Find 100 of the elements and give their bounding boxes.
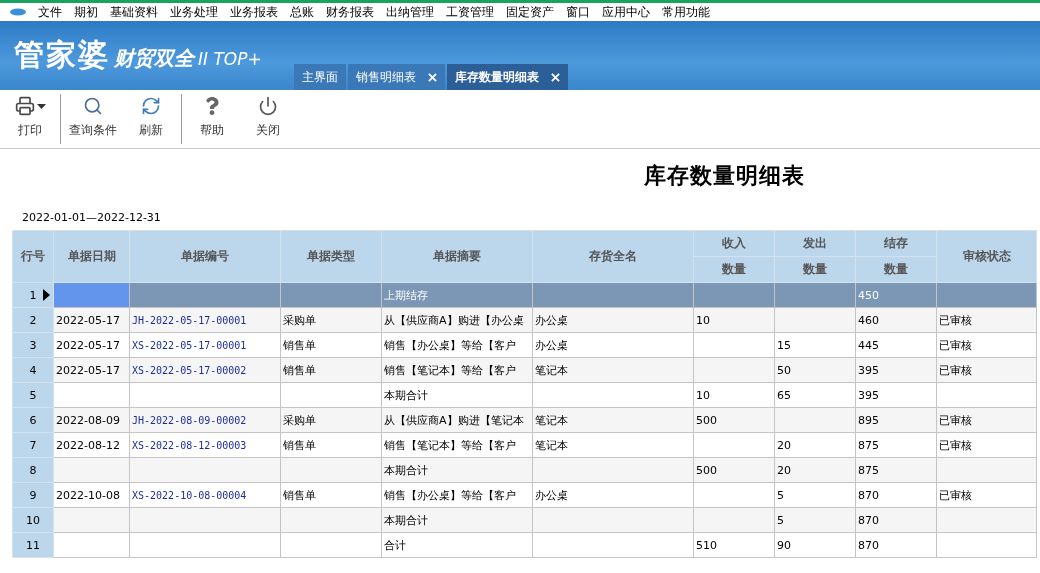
row-number: 3 <box>29 338 37 352</box>
table-cell: 笔记本 <box>532 432 694 458</box>
toolbar-button[interactable]: 刷新 <box>129 94 173 144</box>
table-cell: 采购单 <box>280 307 382 333</box>
toolbar-button[interactable]: 打印 <box>8 94 52 144</box>
menu-item[interactable]: 财务报表 <box>326 4 374 20</box>
document-link[interactable]: XS-2022-08-12-00003 <box>129 432 281 458</box>
row-number: 2 <box>29 313 37 327</box>
table-cell: 395 <box>855 382 937 408</box>
menu-item[interactable]: 出纳管理 <box>386 4 434 20</box>
printer-icon <box>14 96 35 116</box>
column-header: 单据摘要 <box>381 230 533 283</box>
close-icon[interactable] <box>427 72 437 82</box>
close-icon[interactable] <box>550 72 560 82</box>
document-link[interactable]: XS-2022-05-17-00001 <box>129 332 281 358</box>
table-cell: 上期结存 <box>381 282 533 308</box>
menu-item[interactable]: 业务报表 <box>230 4 278 20</box>
table-cell: 395 <box>855 357 937 383</box>
row-indicator-icon <box>43 289 50 301</box>
menu-item[interactable]: 固定资产 <box>506 4 554 20</box>
tab[interactable]: 主界面 <box>293 64 346 90</box>
document-link[interactable]: JH-2022-05-17-00001 <box>129 307 281 333</box>
table-cell: 500 <box>693 407 775 433</box>
logo-edition: II TOP+ <box>198 49 262 69</box>
row-number: 8 <box>29 463 37 477</box>
table-cell: 已审核 <box>936 482 1037 508</box>
table-cell: 870 <box>855 507 937 533</box>
power-icon <box>258 96 278 116</box>
table-cell: 895 <box>855 407 937 433</box>
table-cell: 450 <box>855 282 937 308</box>
table-cell: 500 <box>693 457 775 483</box>
document-link[interactable]: XS-2022-05-17-00002 <box>129 357 281 383</box>
row-number: 11 <box>26 538 40 552</box>
table-cell: 已审核 <box>936 357 1037 383</box>
document-link[interactable]: JH-2022-08-09-00002 <box>129 407 281 433</box>
table-cell: 460 <box>855 307 937 333</box>
column-header: 数量 <box>693 256 775 283</box>
row-number: 5 <box>29 388 37 402</box>
menu-item[interactable]: 基础资料 <box>110 4 158 20</box>
table-cell: 20 <box>774 432 856 458</box>
menu-item[interactable]: 文件 <box>38 4 62 20</box>
report-title: 库存数量明细表 <box>643 161 805 190</box>
table-cell: 本期合计 <box>381 507 533 533</box>
table-cell: 销售【笔记本】等给【客户 <box>381 432 533 458</box>
table-cell: 本期合计 <box>381 457 533 483</box>
table-cell: 已审核 <box>936 432 1037 458</box>
caret-icon[interactable] <box>36 103 46 109</box>
table-cell: 办公桌 <box>532 482 694 508</box>
table-cell: 办公桌 <box>532 332 694 358</box>
column-header: 行号 <box>12 230 54 283</box>
logo-subtitle: 财贸双全 <box>114 45 194 72</box>
table-cell: 20 <box>774 457 856 483</box>
date-range: 2022-01-01—2022-12-31 <box>22 211 161 224</box>
table-cell: 870 <box>855 532 937 558</box>
table-cell: 销售单 <box>280 357 382 383</box>
row-number: 9 <box>29 488 37 502</box>
table-cell: 10 <box>693 382 775 408</box>
row-number: 7 <box>29 438 37 452</box>
table-cell: 50 <box>774 357 856 383</box>
menu-item[interactable]: 总账 <box>290 4 314 20</box>
row-number: 1 <box>29 288 37 302</box>
tab[interactable]: 销售明细表 <box>347 64 445 90</box>
logo-title: 管家婆 <box>14 36 110 74</box>
menu-item[interactable]: 应用中心 <box>602 4 650 20</box>
table-cell: 870 <box>855 482 937 508</box>
toolbar-button[interactable]: 查询条件 <box>69 94 117 144</box>
table-cell: 65 <box>774 382 856 408</box>
tab[interactable]: 库存数量明细表 <box>446 64 568 90</box>
table-cell: 采购单 <box>280 407 382 433</box>
table-cell: 销售【笔记本】等给【客户 <box>381 357 533 383</box>
menu-item[interactable]: 业务处理 <box>170 4 218 20</box>
table-cell: 笔记本 <box>532 407 694 433</box>
column-header: 单据类型 <box>280 230 382 283</box>
table-cell: 875 <box>855 457 937 483</box>
column-header: 数量 <box>774 256 856 283</box>
search-icon <box>83 96 103 116</box>
app-icon <box>10 8 26 16</box>
table-cell: 875 <box>855 432 937 458</box>
column-header: 单据编号 <box>129 230 281 283</box>
menu-item[interactable]: 窗口 <box>566 4 590 20</box>
table-cell: 从【供应商A】购进【笔记本 <box>381 407 533 433</box>
menu-item[interactable]: 工资管理 <box>446 4 494 20</box>
toolbar-button[interactable]: 关闭 <box>246 94 290 144</box>
toolbar-button[interactable]: 帮助 <box>190 94 234 144</box>
table-cell: 销售单 <box>280 432 382 458</box>
column-group-header: 收入 <box>693 230 775 257</box>
menu-item[interactable]: 常用功能 <box>662 4 710 20</box>
help-icon <box>203 97 221 115</box>
table-cell: 445 <box>855 332 937 358</box>
column-header: 审核状态 <box>936 230 1037 283</box>
table-cell: 笔记本 <box>532 357 694 383</box>
menu-item[interactable]: 期初 <box>74 4 98 20</box>
document-link[interactable]: XS-2022-10-08-00004 <box>129 482 281 508</box>
table-cell: 销售单 <box>280 332 382 358</box>
table-cell: 5 <box>774 507 856 533</box>
column-header: 数量 <box>855 256 937 283</box>
table-cell: 5 <box>774 482 856 508</box>
table-cell: 办公桌 <box>532 307 694 333</box>
table-cell: 已审核 <box>936 307 1037 333</box>
table-cell: 销售单 <box>280 482 382 508</box>
